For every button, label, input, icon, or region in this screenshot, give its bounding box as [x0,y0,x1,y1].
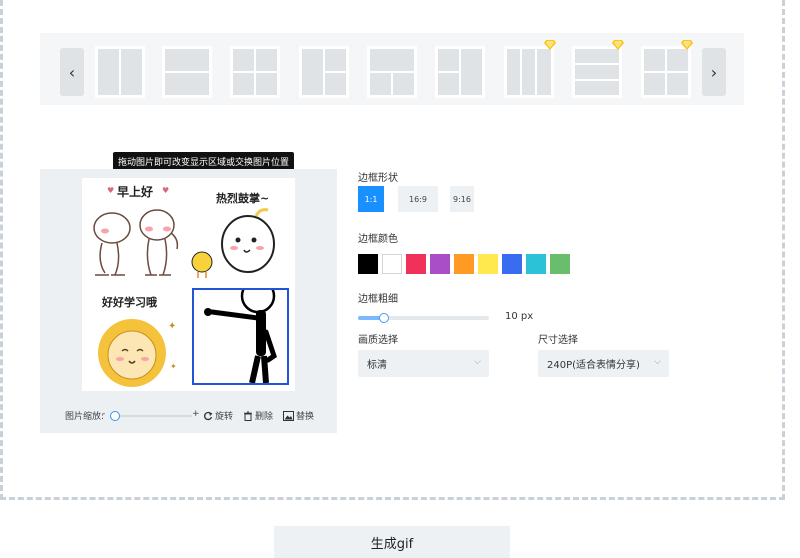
border-color-label: 边框颜色 [358,234,398,245]
zoom-slider-thumb[interactable] [110,411,120,421]
size-value: 240P(适合表情分享) [547,360,640,371]
ratio-9-16-button[interactable]: 9:16 [450,186,474,212]
diamond-icon [612,40,624,50]
color-swatch[interactable] [502,254,522,274]
collage-canvas: ♥ 早上好 ♥ 热烈鼓掌~ 好好学习哦 ✦ ✦ [82,178,295,391]
rotate-button[interactable]: 旋转 [203,409,233,422]
svg-text:✦: ✦ [170,362,177,371]
size-select[interactable]: 240P(适合表情分享) ⌵ [538,350,669,377]
trash-icon [244,411,252,421]
color-swatch[interactable] [406,254,426,274]
layout-option-top-big[interactable] [367,46,417,98]
svg-text:✦: ✦ [168,321,176,332]
image-tile-3[interactable]: 好好学习哦 ✦ ✦ [82,285,188,391]
border-thickness-label: 边框粗细 [358,294,398,305]
chevron-down-icon: ⌵ [474,357,481,367]
replace-label: 替换 [296,412,315,422]
image-tile-4-selected[interactable] [192,288,289,385]
ratio-16-9-button[interactable]: 16:9 [398,186,438,212]
zoom-slider-track[interactable] [112,415,192,417]
sticker-text-morning: 早上好 [117,185,154,199]
color-swatch[interactable] [430,254,450,274]
image-tile-1[interactable]: ♥ 早上好 ♥ [82,178,188,284]
layout-option-3row[interactable] [572,40,624,98]
color-swatch[interactable] [454,254,474,274]
delete-button[interactable]: 删除 [243,409,273,422]
zoom-out-button[interactable]: - [102,409,105,419]
sticker-text-applause: 热烈鼓掌~ [216,192,270,205]
bunny-sticker [93,209,179,276]
layout-option-2row[interactable] [162,46,212,98]
layout-option-left-big[interactable] [299,46,349,98]
size-label: 尺寸选择 [538,335,578,346]
chevron-right-icon: › [710,62,718,82]
ratio-1-1-button[interactable]: 1:1 [358,186,384,212]
color-swatch[interactable] [478,254,498,274]
stick-figure-sticker [204,290,277,383]
layout-option-grid-variant[interactable] [641,40,693,98]
image-tile-2[interactable]: 热烈鼓掌~ [188,178,294,284]
rotate-icon [204,411,213,420]
image-editor: ♥ 早上好 ♥ 热烈鼓掌~ 好好学习哦 ✦ ✦ 图片缩放: - + 旋转 删除 … [40,169,337,433]
thickness-value: 10 px [505,311,534,322]
generate-gif-button[interactable]: 生成gif [274,526,510,558]
thickness-slider-thumb[interactable] [379,313,389,323]
replace-button[interactable]: 替换 [283,409,314,422]
chevron-left-icon: ‹ [68,62,76,82]
thickness-slider-track[interactable] [358,316,489,320]
border-shape-label: 边框形状 [358,173,398,184]
color-swatch[interactable] [526,254,546,274]
next-layout-button[interactable]: › [702,48,726,96]
layout-option-right-big[interactable] [435,46,485,98]
sticker-text-study: 好好学习哦 [102,296,157,309]
layout-scroller: ‹ › [40,33,744,105]
diamond-icon [681,40,693,50]
color-swatch[interactable] [382,254,402,274]
rotate-label: 旋转 [215,412,234,422]
lion-sticker: ✦ ✦ [98,319,177,387]
color-swatch[interactable] [550,254,570,274]
chevron-down-icon: ⌵ [654,357,661,367]
delete-label: 删除 [255,412,274,422]
quality-label: 画质选择 [358,335,398,346]
image-icon [283,410,294,421]
quality-select[interactable]: 标清 ⌵ [358,350,489,377]
layout-option-2col[interactable] [95,46,145,98]
zoom-in-button[interactable]: + [192,409,200,419]
diamond-icon [544,40,556,50]
layout-option-grid[interactable] [230,46,280,98]
prev-layout-button[interactable]: ‹ [60,48,84,96]
zoom-label: 图片缩放: [65,412,105,422]
applause-sticker [191,208,275,278]
color-swatch[interactable] [358,254,378,274]
editor-toolbar: 图片缩放: - + 旋转 删除 替换 [40,409,337,423]
quality-value: 标清 [367,360,387,371]
layout-option-3col[interactable] [504,40,556,98]
